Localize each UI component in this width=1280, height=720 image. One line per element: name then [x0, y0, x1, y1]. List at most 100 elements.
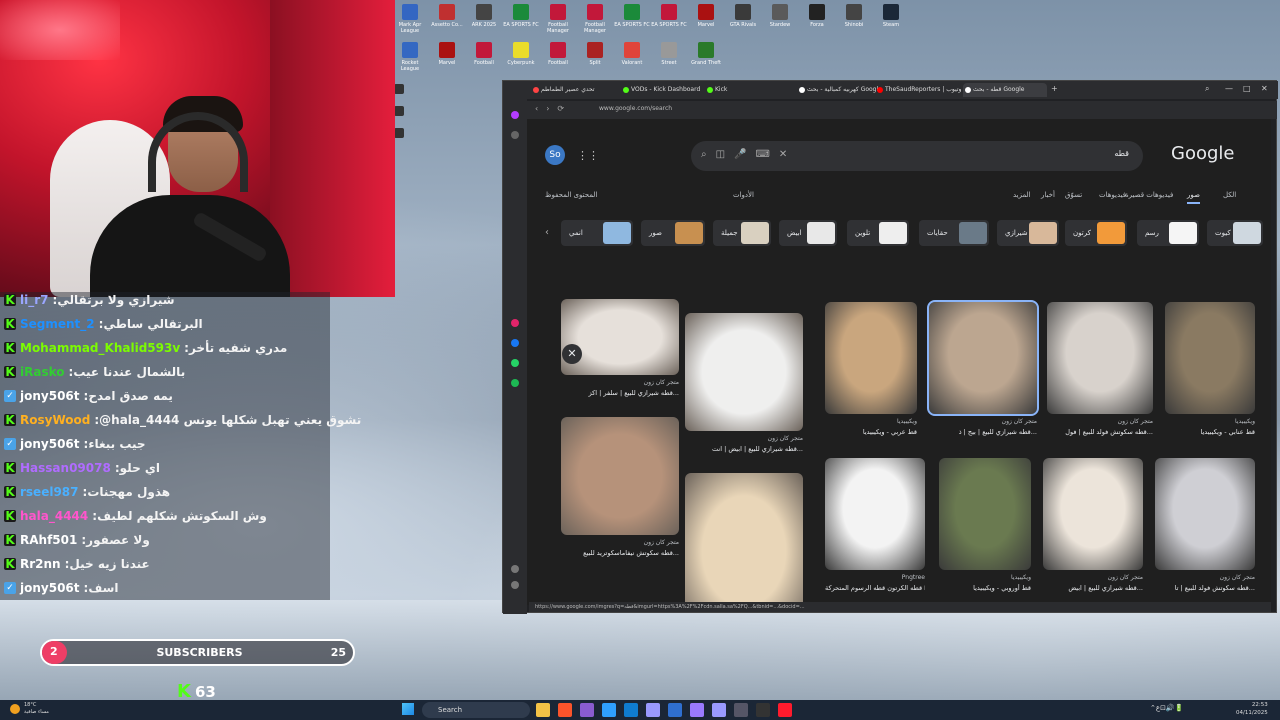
image-title[interactable]: قطه شيرازي للبيع | بيج | ذ... [929, 428, 1037, 436]
image-source: متجر كان زون [1117, 418, 1153, 425]
brave-icon[interactable] [558, 703, 572, 717]
desktop-icon[interactable]: Valorant [614, 40, 650, 78]
home-icon[interactable] [511, 131, 519, 139]
desktop-icon[interactable]: Football [540, 40, 576, 78]
related-title[interactable]: قطه شيرازي للبيع | سلفر | اكز... [561, 389, 679, 397]
desktop-icon[interactable]: Stardew [762, 2, 798, 40]
sidebar-app-icon[interactable] [511, 319, 519, 327]
image-result[interactable] [1155, 458, 1255, 570]
visual-studio-icon[interactable] [580, 703, 594, 717]
image-title[interactable]: قطه سكوتش فولد للبيع | فول... [1047, 428, 1153, 436]
browser-tab[interactable]: قطه - بحث Google [963, 83, 1047, 97]
app-c-icon[interactable] [734, 703, 748, 717]
desktop-icon[interactable]: Split [577, 40, 613, 78]
address-bar[interactable]: ‹›⟳ www.google.com/search [527, 101, 1277, 119]
app-b-icon[interactable] [668, 703, 682, 717]
opera-ai-icon[interactable] [511, 111, 519, 119]
windows-start-icon[interactable] [402, 703, 414, 715]
desktop-icon[interactable]: Street [651, 40, 687, 78]
image-result[interactable] [825, 458, 925, 570]
desktop-icon[interactable]: Mark Apr League [392, 2, 428, 40]
desktop-icon[interactable]: EA SPORTS FC [614, 2, 650, 40]
desktop-icon[interactable]: GTA Rivals [725, 2, 761, 40]
search-tabs-icon[interactable]: ⌕ [1205, 84, 1209, 94]
heart-icon[interactable] [511, 565, 519, 573]
image-source: ويكيبيديا [1235, 418, 1255, 425]
image-title[interactable]: قط عنابي - ويكيبيديا [1165, 428, 1256, 436]
image-title[interactable]: قط عربي - ويكيبيديا [825, 428, 917, 436]
related-image[interactable] [561, 417, 679, 535]
related-image[interactable] [685, 473, 803, 605]
kick-badge-icon: K [4, 317, 16, 331]
image-title[interactable]: قطه الكرتون قطه الرسوم المتحركة NG قطه ا… [825, 584, 925, 592]
desktop-icon[interactable]: Shinobi [836, 2, 872, 40]
nav-buttons[interactable]: ‹›⟳ [535, 104, 572, 113]
image-result[interactable] [939, 458, 1031, 570]
tab-favicon-icon [799, 87, 805, 93]
maximize-button[interactable]: □ [1243, 84, 1251, 93]
history-icon[interactable] [511, 581, 519, 589]
clock[interactable]: 22:53 04/11/2025 [1236, 701, 1268, 717]
chat-username: jony506t [20, 389, 80, 403]
close-window-button[interactable]: ✕ [1261, 84, 1268, 93]
desktop-icon[interactable]: Marvel [429, 40, 465, 78]
premiere-icon[interactable] [712, 703, 726, 717]
app-icon [809, 4, 825, 20]
desktop-icon[interactable]: Grand Theft [688, 40, 724, 78]
weather-widget[interactable]: 18°C مساء صافية [8, 702, 49, 716]
google-images-page: So ⋮⋮ ⌕◫🎤⌨✕ قطه Google الكل صور فيديوهات ق… [527, 119, 1271, 605]
desktop-icon[interactable]: ARK 2025 [466, 2, 502, 40]
image-result[interactable] [825, 302, 917, 414]
desktop-icon[interactable]: EA SPORTS FC [503, 2, 539, 40]
app-icon [476, 4, 492, 20]
messenger-icon[interactable] [511, 339, 519, 347]
folder-icon[interactable] [536, 703, 550, 717]
related-title[interactable]: قطه شيرازي للبيع | ابيض | انت... [685, 445, 803, 453]
browser-tab[interactable]: VODs - Kick Dashboard [621, 83, 703, 97]
obs-icon[interactable] [756, 703, 770, 717]
browser-tab[interactable]: تحدي عصير الطماطم [531, 83, 619, 97]
chat-overlay: Kli_r7: شيرازي ولا برتقالي K Segment_2: ال… [0, 292, 361, 600]
desktop-icon[interactable]: EA SPORTS FC [651, 2, 687, 40]
image-title[interactable]: قطه سكوتش فولد للبيع | تا... [1155, 584, 1255, 592]
close-panel-button[interactable]: ✕ [562, 344, 582, 364]
app-a-icon[interactable] [624, 703, 638, 717]
desktop-icon[interactable]: Football Manager [577, 2, 613, 40]
image-result[interactable] [927, 300, 1039, 416]
desktop-icon[interactable]: Rocket League [392, 40, 428, 78]
taskbar-search[interactable]: Search [422, 702, 530, 718]
photoshop-icon[interactable] [602, 703, 616, 717]
desktop-icon[interactable]: Forza [799, 2, 835, 40]
desktop-icon[interactable]: Assetto Co... [429, 2, 465, 40]
desktop-icon[interactable]: Football Manager [540, 2, 576, 40]
app-icon [624, 4, 640, 20]
desktop-icon[interactable]: Football [466, 40, 502, 78]
related-image[interactable] [561, 299, 679, 375]
new-tab-button[interactable]: + [1051, 84, 1058, 93]
browser-tab[interactable]: Kick [705, 83, 793, 97]
whatsapp-icon[interactable] [511, 359, 519, 367]
chat-text: وش السكوتش شكلهم لطيف [97, 509, 267, 523]
image-result[interactable] [1043, 458, 1143, 570]
desktop-icon[interactable]: Marvel [688, 2, 724, 40]
related-title[interactable]: قطه سكوتش نيفاماسكوتريد للبيع... [561, 549, 679, 557]
desktop-icon[interactable]: Steam [873, 2, 909, 40]
image-result[interactable] [1047, 302, 1153, 414]
image-title[interactable]: قط أوروبي - ويكيبيديا [939, 584, 1031, 592]
app-icon [550, 42, 566, 58]
desktop-icon[interactable] [394, 106, 404, 116]
minimize-button[interactable]: — [1225, 84, 1233, 93]
image-result[interactable] [1165, 302, 1255, 414]
opera-icon[interactable] [778, 703, 792, 717]
url-text[interactable]: www.google.com/search [599, 105, 672, 112]
related-image[interactable] [685, 313, 803, 431]
media-encoder-icon[interactable] [690, 703, 704, 717]
spotify-icon[interactable] [511, 379, 519, 387]
audition-icon[interactable] [646, 703, 660, 717]
system-tray-icons[interactable]: ⌃ع⊡🔊🔋 [1150, 704, 1183, 712]
desktop-icon[interactable] [394, 84, 404, 94]
desktop-icon[interactable]: Cyberpunk [503, 40, 539, 78]
image-title[interactable]: قطه شيرازي للبيع | ابيض... [1043, 584, 1143, 592]
browser-tab[interactable]: TheSaudReporters | يوتيوب [875, 83, 961, 97]
desktop-icon[interactable] [394, 128, 404, 138]
